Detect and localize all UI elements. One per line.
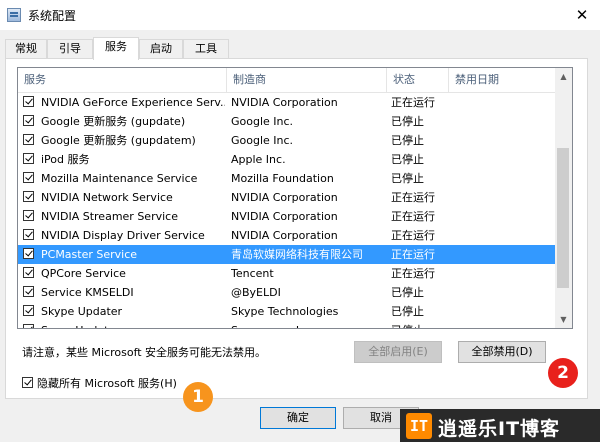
tab-tools[interactable]: 工具 — [183, 39, 229, 59]
service-status: 已停止 — [391, 286, 424, 299]
table-row[interactable]: Skype Updater Skype Technologies 已停止 — [18, 302, 555, 321]
service-checkbox[interactable] — [23, 172, 34, 183]
tab-startup[interactable]: 启动 — [139, 39, 183, 59]
service-status: 正在运行 — [391, 248, 435, 261]
service-checkbox[interactable] — [23, 229, 34, 240]
column-disabled-date[interactable]: 禁用日期 — [449, 68, 555, 92]
service-checkbox[interactable] — [23, 115, 34, 126]
title-bar: 系统配置 ✕ — [0, 0, 600, 30]
service-name: NVIDIA Display Driver Service — [41, 229, 205, 242]
scroll-up-icon[interactable]: ▲ — [555, 68, 572, 85]
table-row[interactable]: PCMaster Service 青岛软媒网络科技有限公司 正在运行 — [18, 245, 555, 264]
disable-all-button[interactable]: 全部禁用(D) — [458, 341, 546, 363]
service-name: NVIDIA Network Service — [41, 191, 173, 204]
table-row[interactable]: QPCore Service Tencent 正在运行 — [18, 264, 555, 283]
service-manufacturer: NVIDIA Corporation — [231, 191, 338, 204]
service-name: PCMaster Service — [41, 248, 138, 261]
scroll-thumb[interactable] — [557, 148, 569, 288]
enable-all-button[interactable]: 全部启用(E) — [354, 341, 442, 363]
service-manufacturer: Sogou.com Inc — [231, 321, 385, 328]
service-name: Google 更新服务 (gupdate) — [41, 115, 186, 128]
service-name: iPod 服务 — [41, 153, 90, 166]
column-status[interactable]: 状态 — [387, 68, 449, 92]
service-manufacturer: NVIDIA Corporation — [231, 210, 338, 223]
table-row[interactable]: Google 更新服务 (gupdatem) Google Inc. 已停止 — [18, 131, 555, 150]
service-checkbox[interactable] — [23, 286, 34, 297]
service-manufacturer: Skype Technologies — [231, 305, 339, 318]
service-status: 正在运行 — [391, 267, 435, 280]
tab-services[interactable]: 服务 — [93, 37, 139, 60]
service-status: 正在运行 — [391, 191, 435, 204]
table-row[interactable]: NVIDIA GeForce Experience Serv... NVIDIA … — [18, 93, 555, 112]
table-row[interactable]: Service KMSELDI @ByELDI 已停止 — [18, 283, 555, 302]
watermark-logo-icon: IT — [406, 413, 432, 439]
vertical-scrollbar[interactable]: ▲ ▼ — [555, 68, 572, 328]
service-checkbox[interactable] — [23, 267, 34, 278]
notice-text: 请注意，某些 Microsoft 安全服务可能无法禁用。 — [22, 346, 267, 359]
service-checkbox[interactable] — [23, 210, 34, 221]
service-checkbox[interactable] — [23, 305, 34, 316]
service-name: NVIDIA GeForce Experience Serv... — [41, 96, 225, 109]
hide-ms-checkbox[interactable] — [22, 377, 33, 388]
callout-badge-2: 2 — [548, 358, 578, 388]
service-checkbox[interactable] — [23, 191, 34, 202]
service-manufacturer: Mozilla Foundation — [231, 172, 334, 185]
ok-button[interactable]: 确定 — [260, 407, 336, 429]
table-row[interactable]: Google 更新服务 (gupdate) Google Inc. 已停止 — [18, 112, 555, 131]
table-row[interactable]: SogouUpdate Sogou.com Inc 已停止 — [18, 321, 555, 328]
service-manufacturer: 青岛软媒网络科技有限公司 — [231, 248, 363, 261]
service-name: Mozilla Maintenance Service — [41, 172, 198, 185]
service-checkbox[interactable] — [23, 248, 34, 259]
tab-boot[interactable]: 引导 — [47, 39, 93, 59]
service-status: 正在运行 — [391, 210, 435, 223]
service-checkbox[interactable] — [23, 324, 34, 328]
scroll-down-icon[interactable]: ▼ — [555, 311, 572, 328]
services-list[interactable]: 服务 制造商 状态 禁用日期 NVIDIA GeForce Experience… — [17, 67, 573, 329]
service-name: Skype Updater — [41, 305, 123, 318]
column-service[interactable]: 服务 — [18, 68, 227, 92]
service-manufacturer: @ByELDI — [231, 286, 281, 299]
watermark: IT 逍遥乐IT博客 — [400, 409, 600, 442]
service-status: 已停止 — [391, 321, 449, 328]
service-manufacturer: Apple Inc. — [231, 153, 286, 166]
service-manufacturer: NVIDIA Corporation — [231, 229, 338, 242]
table-row[interactable]: NVIDIA Display Driver Service NVIDIA Corp… — [18, 226, 555, 245]
service-name: QPCore Service — [41, 267, 126, 280]
system-config-icon — [7, 8, 21, 22]
column-manufacturer[interactable]: 制造商 — [227, 68, 387, 92]
service-checkbox[interactable] — [23, 134, 34, 145]
close-button[interactable]: ✕ — [564, 0, 600, 30]
table-row[interactable]: Mozilla Maintenance Service Mozilla Found… — [18, 169, 555, 188]
service-status: 正在运行 — [391, 96, 435, 109]
service-name: Service KMSELDI — [41, 286, 134, 299]
service-manufacturer: Tencent — [231, 267, 274, 280]
callout-badge-1: 1 — [183, 382, 213, 412]
service-manufacturer: Google Inc. — [231, 115, 294, 128]
service-manufacturer: Google Inc. — [231, 134, 294, 147]
window-title: 系统配置 — [28, 9, 77, 23]
watermark-text: 逍遥乐IT博客 — [438, 418, 561, 440]
service-name: NVIDIA Streamer Service — [41, 210, 178, 223]
service-status: 已停止 — [391, 115, 424, 128]
service-status: 已停止 — [391, 305, 424, 318]
list-header: 服务 制造商 状态 禁用日期 — [18, 68, 555, 93]
table-row[interactable]: NVIDIA Streamer Service NVIDIA Corporatio… — [18, 207, 555, 226]
service-status: 已停止 — [391, 172, 424, 185]
service-checkbox[interactable] — [23, 96, 34, 107]
table-row[interactable]: iPod 服务 Apple Inc. 已停止 — [18, 150, 555, 169]
service-manufacturer: NVIDIA Corporation — [231, 96, 338, 109]
service-status: 已停止 — [391, 153, 424, 166]
tab-general[interactable]: 常规 — [5, 39, 47, 59]
table-row[interactable]: NVIDIA Network Service NVIDIA Corporation… — [18, 188, 555, 207]
service-name: SogouUpdate — [41, 321, 225, 328]
service-status: 正在运行 — [391, 229, 435, 242]
service-checkbox[interactable] — [23, 153, 34, 164]
service-name: Google 更新服务 (gupdatem) — [41, 134, 196, 147]
hide-ms-label[interactable]: 隐藏所有 Microsoft 服务(H) — [37, 375, 177, 391]
service-status: 已停止 — [391, 134, 424, 147]
